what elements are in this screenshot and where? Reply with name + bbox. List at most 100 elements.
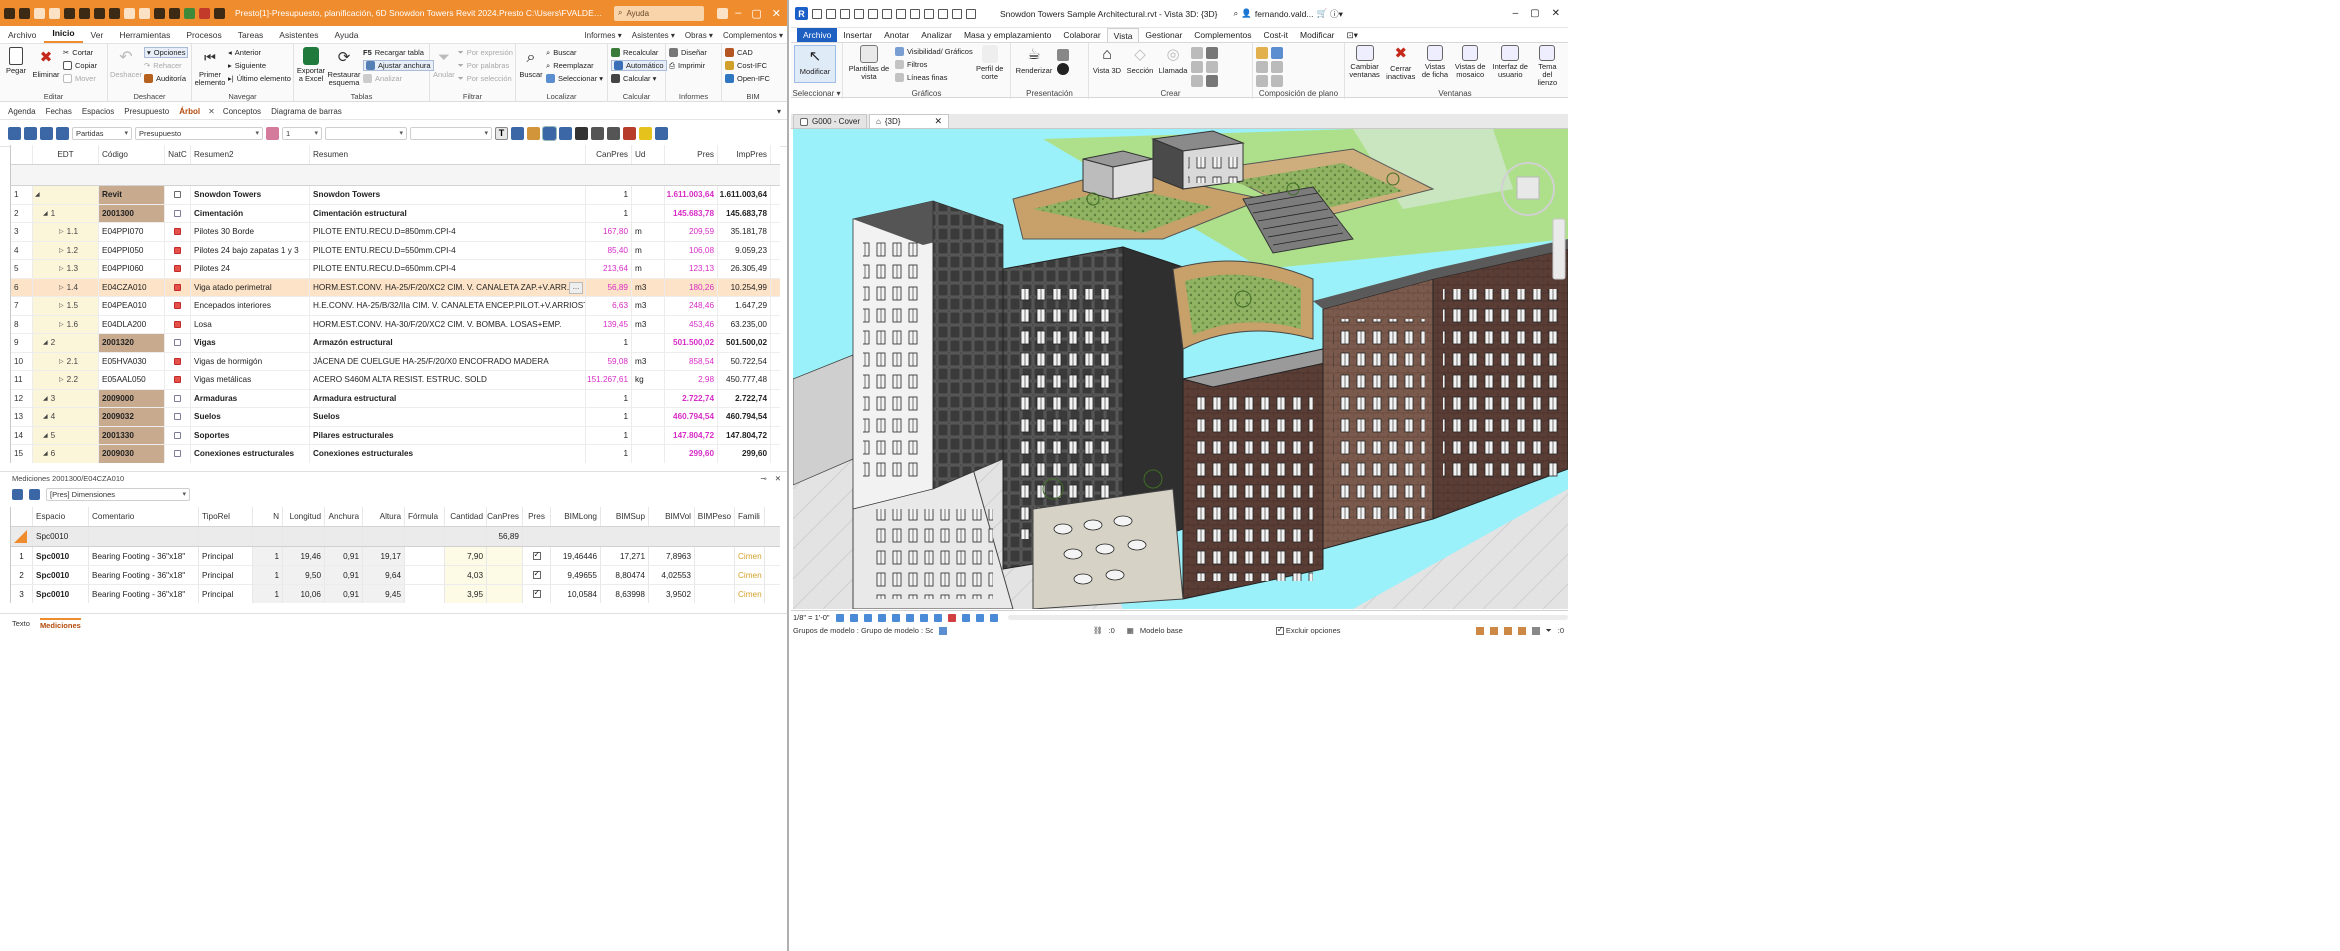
collapse-icon[interactable]: ◢ — [43, 450, 48, 457]
row-number[interactable]: 1 — [11, 186, 33, 204]
partidas-select[interactable]: Partidas — [72, 127, 132, 140]
redo-icon[interactable] — [49, 7, 60, 19]
title-block-icon[interactable] — [1256, 61, 1268, 73]
automatico-button[interactable]: Automático — [611, 60, 667, 71]
row-codigo[interactable]: E05AAL050 — [99, 371, 165, 389]
plan-views-icon[interactable] — [1191, 47, 1203, 59]
gear-icon[interactable] — [19, 7, 30, 19]
med-row-familia[interactable]: Cimen — [735, 585, 765, 603]
row-edt[interactable]: ▷ 1.2 — [33, 241, 99, 259]
print-revit-icon[interactable] — [896, 8, 906, 19]
row-resumen2[interactable]: Vigas metálicas — [191, 371, 310, 389]
row-ud[interactable] — [632, 186, 665, 204]
med-row-tiporel[interactable]: Principal — [199, 585, 253, 603]
med-row-canpres[interactable] — [487, 547, 523, 565]
viewcube[interactable] — [1516, 176, 1540, 200]
row-resumen[interactable]: ACERO S460M ALTA RESIST. ESTRUC. SOLD — [310, 371, 586, 389]
col-header-natc[interactable]: NatC — [165, 145, 191, 164]
row-resumen[interactable]: Armazón estructural — [310, 334, 586, 352]
close-icon[interactable]: ✕ — [772, 7, 781, 20]
view-scale[interactable]: 1/8" = 1'-0" — [793, 613, 830, 622]
collapse-icon[interactable]: ◢ — [43, 395, 48, 402]
fs-icon[interactable] — [154, 7, 165, 19]
row-ud[interactable]: m — [632, 223, 665, 241]
imprimir-button[interactable]: ⎙ Imprimir — [669, 60, 707, 71]
menu-inicio[interactable]: Inicio — [44, 28, 83, 43]
row-ud[interactable]: m3 — [632, 352, 665, 370]
med-row-longitud[interactable]: 10,06 — [283, 585, 325, 603]
temp-hide-icon[interactable] — [947, 613, 956, 622]
row-resumen2[interactable]: Soportes — [191, 426, 310, 444]
med-row-cantidad[interactable]: 4,03 — [445, 566, 487, 584]
render-cloud-icon[interactable] — [1057, 49, 1069, 61]
vista-3d-button[interactable]: ⌂ Vista 3D — [1092, 45, 1122, 87]
pegar-button[interactable]: Pegar — [3, 47, 29, 91]
currency-icon[interactable] — [527, 127, 540, 140]
row-ud[interactable]: m — [632, 260, 665, 278]
row-edt[interactable]: ▷ 1.4 — [33, 278, 99, 296]
bottom-tab-mediciones[interactable]: Mediciones — [39, 617, 81, 630]
list-item[interactable]: 2 Spc0010 Bearing Footing - 36"x18" Princip… — [11, 566, 780, 585]
med-row-formula[interactable] — [405, 566, 445, 584]
med-row-altura[interactable]: 19,17 — [363, 547, 405, 565]
menu-asistentes-dropdown[interactable]: Asistentes ▾ — [632, 31, 675, 40]
med-row-familia[interactable]: Cimen — [735, 566, 765, 584]
row-codigo[interactable]: E04PPI050 — [99, 241, 165, 259]
view-tab-3d[interactable]: ⌂ {3D} ✕ — [869, 114, 950, 128]
cost-ifc-button[interactable]: Cost-IFC — [725, 60, 770, 71]
mover-button[interactable]: Mover — [63, 73, 97, 84]
help-revit-icon[interactable]: ⓘ▾ — [1330, 8, 1343, 20]
row-edt[interactable]: ◢ 4 — [33, 408, 99, 426]
windows-revit-icon[interactable] — [966, 8, 976, 19]
text-revit-icon[interactable] — [924, 8, 934, 19]
med-row-cantidad[interactable]: 3,95 — [445, 585, 487, 603]
row-imppres[interactable]: 35.181,78 — [718, 223, 771, 241]
excel-icon[interactable] — [184, 7, 195, 19]
row-resumen2[interactable]: Pilotes 24 bajo zapatas 1 y 3 — [191, 241, 310, 259]
med-col-altura[interactable]: Altura — [363, 507, 405, 526]
open-icon[interactable] — [812, 8, 822, 19]
row-number[interactable]: 9 — [11, 334, 33, 352]
row-ud[interactable]: m3 — [632, 278, 665, 296]
med-row-bimpeso[interactable] — [695, 585, 735, 603]
tab-arbol[interactable]: Árbol — [177, 107, 202, 116]
med-row-bimlong[interactable]: 9,49655 — [551, 566, 601, 584]
med-col-tiporel[interactable]: TipoRel — [199, 507, 253, 526]
first-icon[interactable] — [64, 7, 75, 19]
col-header-imppres[interactable]: ImpPres — [718, 145, 771, 164]
row-imppres[interactable]: 460.794,54 — [718, 408, 771, 426]
row-resumen2[interactable]: Encepados interiores — [191, 297, 310, 315]
row-canpres[interactable]: 1 — [586, 445, 632, 463]
rmenu-insertar[interactable]: Insertar — [837, 28, 878, 42]
pres-checkbox[interactable] — [532, 550, 541, 560]
menu-ver[interactable]: Ver — [83, 30, 112, 43]
schedules-icon[interactable] — [1206, 47, 1218, 59]
por-seleccion-button[interactable]: ⏷ Por selección — [458, 73, 513, 84]
row-imppres[interactable]: 9.059,23 — [718, 241, 771, 259]
plantillas-vista-button[interactable]: Plantillas de vista — [846, 45, 892, 87]
drag-elements-icon[interactable] — [1531, 626, 1540, 635]
med-row-bimpeso[interactable] — [695, 547, 735, 565]
row-ud[interactable]: m3 — [632, 315, 665, 333]
row-pres[interactable]: 2.722,74 — [665, 389, 718, 407]
col-header-edt[interactable]: EDT — [33, 145, 99, 164]
col-header-codigo[interactable]: Código — [99, 145, 165, 164]
level-select[interactable]: 1 — [282, 127, 322, 140]
rmenu-extra-icon[interactable]: ⊡▾ — [1341, 28, 1364, 42]
presupuesto-select[interactable]: Presupuesto — [135, 127, 263, 140]
row-pres[interactable]: 460.794,54 — [665, 408, 718, 426]
lock-view-icon[interactable] — [933, 613, 942, 622]
table-row[interactable]: 12 ◢ 3 2009000 Armaduras Armadura estructural… — [11, 389, 780, 408]
tema-lienzo-button[interactable]: Tema del lienzo — [1533, 45, 1562, 87]
table-row[interactable]: 10 ▷ 2.1 E05HVA030 Vigas de hormigón JÁCENA D… — [11, 352, 780, 371]
row-number[interactable]: 3 — [11, 223, 33, 241]
last-icon[interactable] — [109, 7, 120, 19]
row-codigo[interactable]: 2001330 — [99, 426, 165, 444]
row-ud[interactable]: m3 — [632, 297, 665, 315]
med-row-bimvol[interactable]: 3,9502 — [649, 585, 695, 603]
table-row[interactable]: 15 ◢ 6 2009030 Conexiones estructurales Conex… — [11, 445, 780, 463]
med-row-pres[interactable] — [523, 547, 551, 565]
col-header-ud[interactable]: Ud — [632, 145, 665, 164]
med-col-espacio[interactable]: Espacio — [33, 507, 89, 526]
med-row-espacio[interactable]: Spc0010 — [33, 566, 89, 584]
